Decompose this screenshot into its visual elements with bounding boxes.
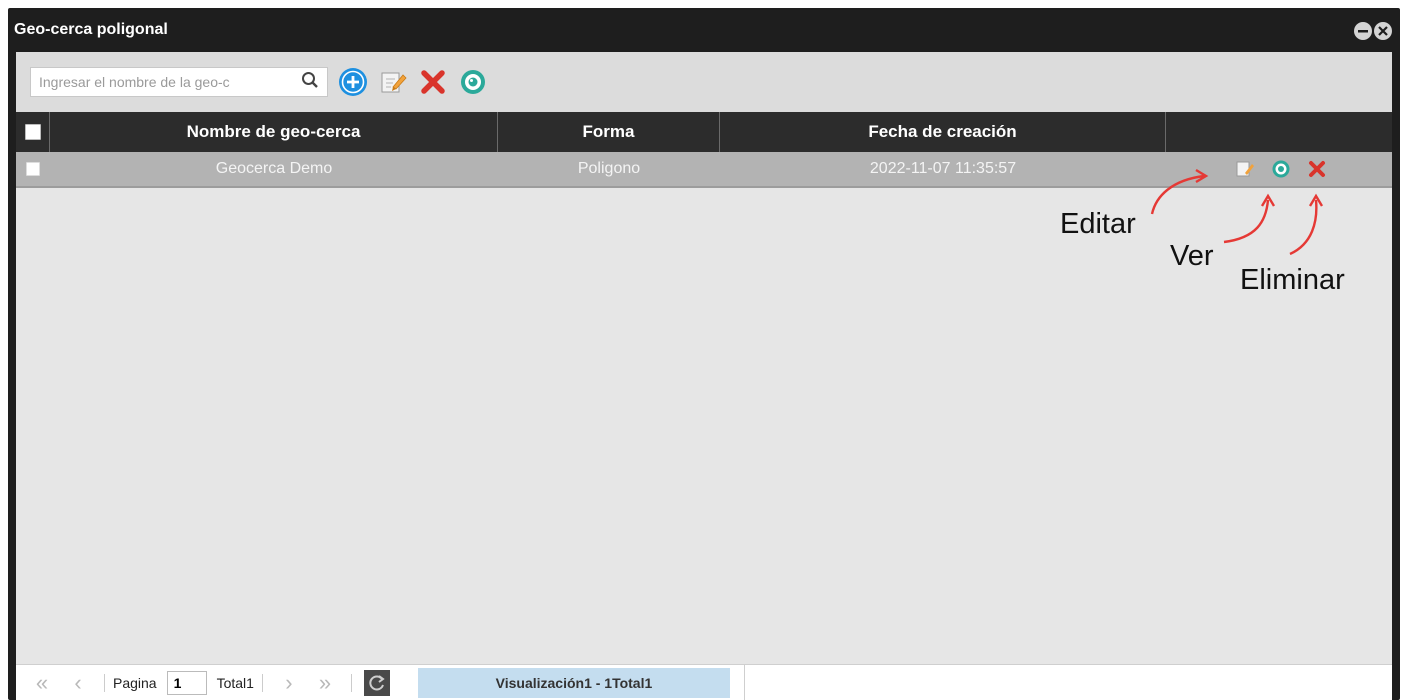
- next-page-icon[interactable]: ›: [271, 670, 307, 696]
- select-all-checkbox[interactable]: [24, 124, 41, 140]
- refresh-icon[interactable]: [363, 669, 390, 696]
- column-shape-header[interactable]: Forma: [498, 112, 720, 152]
- table-row[interactable]: Geocerca Demo Poligono 2022-11-07 11:35:…: [16, 152, 1392, 188]
- annotation-edit: Editar: [1060, 208, 1136, 240]
- grid-header: Nombre de geo-cerca Forma Fecha de creac…: [16, 112, 1392, 152]
- annotation-delete: Eliminar: [1240, 264, 1345, 296]
- row-shape-cell: Poligono: [577, 160, 641, 177]
- pager-divider: [350, 673, 352, 692]
- row-checkbox[interactable]: [26, 162, 40, 176]
- geofence-window: Geo-cerca poligonal Ingresar el nombre d…: [8, 8, 1400, 700]
- column-date-header[interactable]: Fecha de creación: [720, 112, 1166, 152]
- search-icon[interactable]: [301, 71, 319, 94]
- page-number-input[interactable]: [166, 670, 207, 695]
- last-page-icon[interactable]: »: [307, 670, 343, 696]
- search-input[interactable]: [39, 74, 301, 90]
- search-box: [30, 67, 328, 97]
- close-icon[interactable]: [1374, 22, 1392, 40]
- content-panel: Nombre de geo-cerca Forma Fecha de creac…: [16, 52, 1392, 700]
- delete-icon[interactable]: [418, 67, 448, 97]
- window-title: Geo-cerca poligonal: [14, 21, 168, 38]
- first-page-icon[interactable]: «: [24, 670, 60, 696]
- pager-divider: [743, 664, 745, 700]
- edit-icon[interactable]: [378, 67, 408, 97]
- window-titlebar: Geo-cerca poligonal: [8, 8, 1400, 52]
- row-delete-icon[interactable]: [1306, 158, 1328, 180]
- column-actions-header: [1166, 112, 1392, 152]
- annotation-view: Ver: [1170, 240, 1214, 272]
- row-actions-cell: [1166, 152, 1392, 186]
- row-view-icon[interactable]: [1270, 158, 1292, 180]
- view-icon[interactable]: [458, 67, 488, 97]
- display-range-text: Visualización1 - 1Total1: [417, 667, 730, 698]
- column-name-header[interactable]: Nombre de geo-cerca: [50, 112, 498, 152]
- row-name-cell: Geocerca Demo: [215, 160, 333, 177]
- page-label: Pagina: [113, 674, 157, 691]
- row-date-cell: 2022-11-07 11:35:57: [869, 160, 1017, 177]
- pager-divider: [104, 673, 105, 692]
- add-icon[interactable]: [338, 67, 368, 97]
- total-label: Total1: [216, 674, 254, 691]
- pager-divider: [261, 673, 263, 692]
- row-edit-icon[interactable]: [1234, 158, 1256, 180]
- minimize-icon[interactable]: [1354, 22, 1372, 40]
- pagination-bar: « ‹ Pagina Total1 › » Visualización1 - 1…: [16, 664, 1392, 700]
- toolbar: [16, 52, 1392, 112]
- prev-page-icon[interactable]: ‹: [60, 670, 96, 696]
